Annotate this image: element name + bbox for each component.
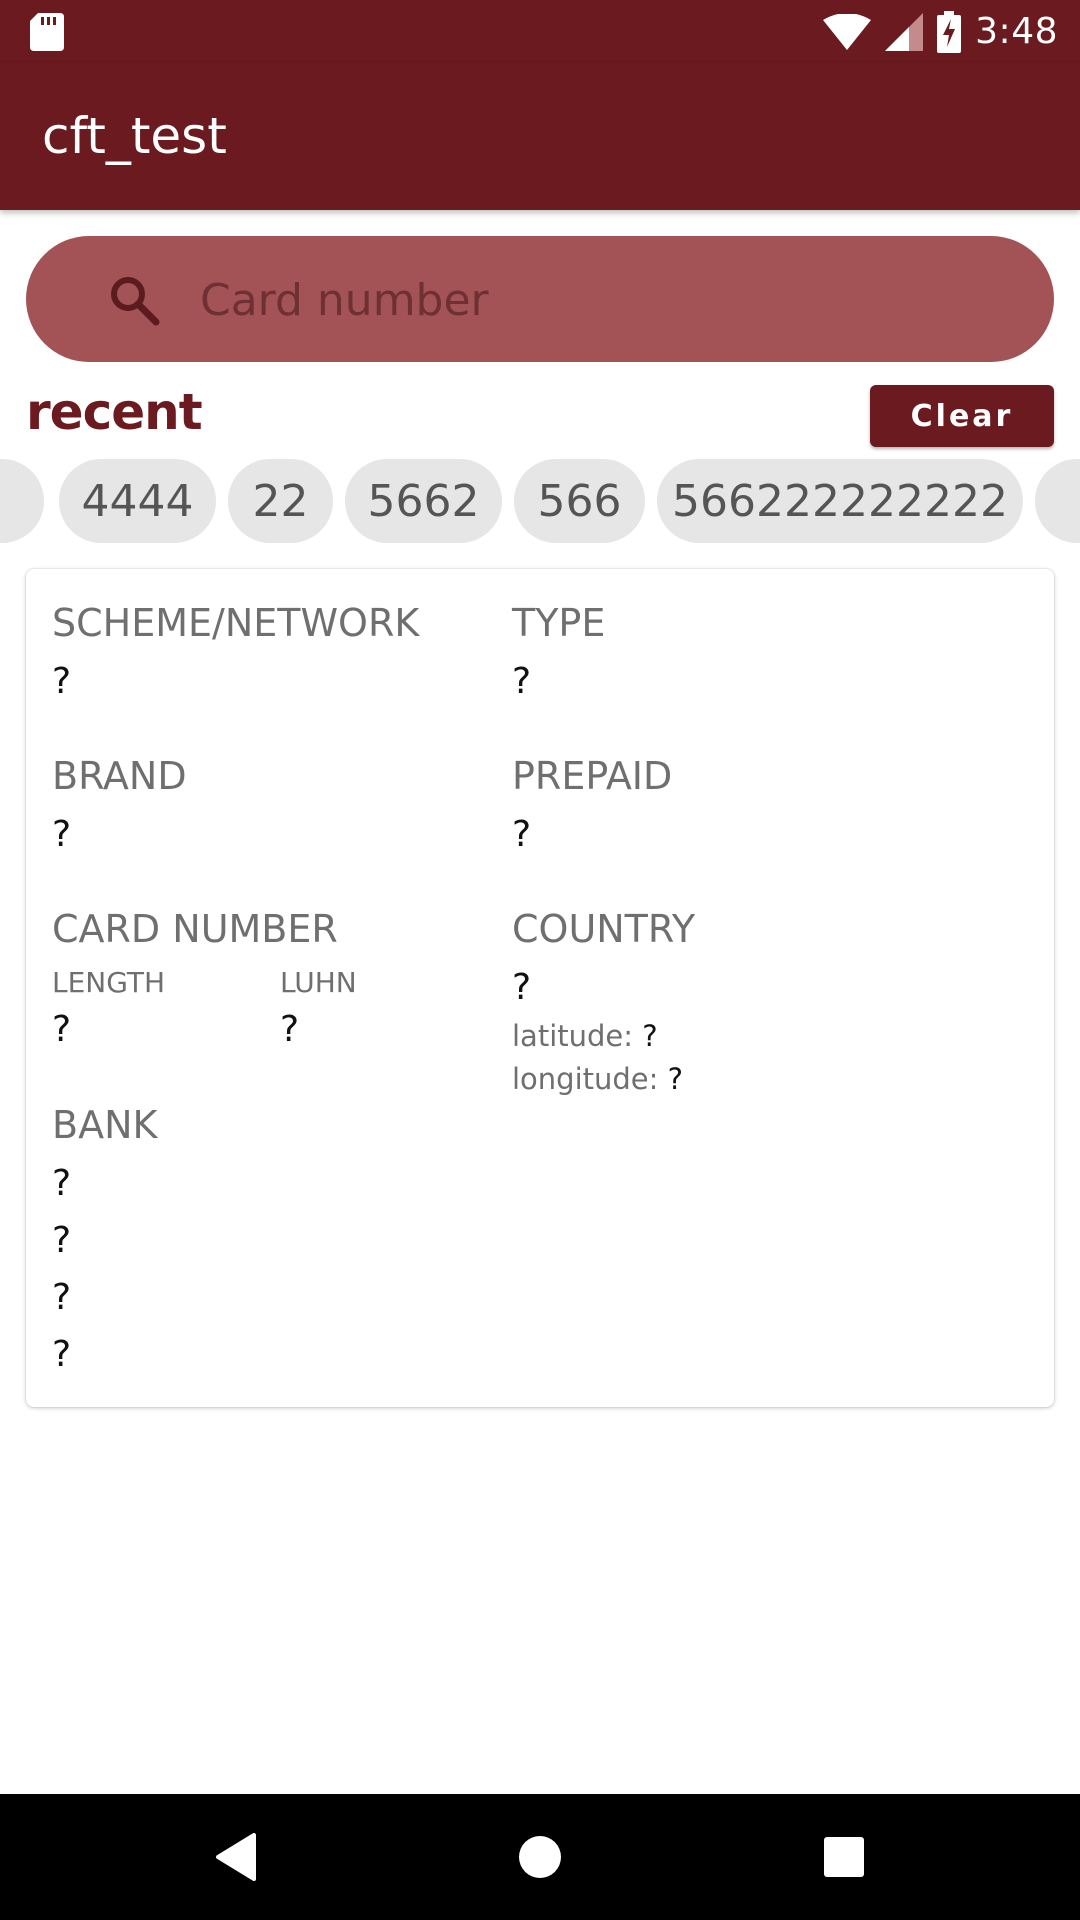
sd-card-icon — [30, 13, 64, 51]
type-label: TYPE — [512, 601, 606, 645]
bank-value: ? — [52, 1163, 72, 1204]
home-icon — [519, 1836, 561, 1878]
bank-label: BANK — [52, 1103, 158, 1147]
length-value: ? — [52, 1009, 72, 1050]
recent-chips[interactable]: 4444 22 5662 566 566222222222 — [0, 459, 1080, 545]
luhn-label: LUHN — [280, 966, 357, 999]
home-button[interactable] — [480, 1794, 600, 1920]
recent-heading: recent — [26, 383, 203, 441]
recent-chip[interactable]: 566222222222 — [657, 459, 1023, 543]
scheme-label: SCHEME/NETWORK — [52, 601, 420, 645]
cell-signal-icon — [885, 12, 924, 51]
latitude-value: ? — [642, 1019, 658, 1053]
longitude-label: longitude: — [512, 1062, 659, 1096]
search-bar[interactable] — [26, 236, 1054, 362]
clear-button[interactable]: Clear — [870, 385, 1054, 447]
recent-chip[interactable]: 566 — [514, 459, 645, 543]
longitude-row: longitude: ? — [512, 1062, 683, 1096]
card-info-panel: SCHEME/NETWORK ? TYPE ? BRAND ? PREPAID … — [26, 569, 1054, 1407]
recent-chip-partial-right[interactable] — [1035, 459, 1080, 543]
navigation-bar — [0, 1794, 1080, 1920]
scheme-value: ? — [52, 661, 72, 702]
status-time: 3:48 — [975, 11, 1058, 52]
battery-charging-icon — [937, 10, 962, 53]
country-value: ? — [512, 967, 532, 1008]
back-icon — [216, 1833, 256, 1881]
back-button[interactable] — [176, 1794, 296, 1920]
country-label: COUNTRY — [512, 907, 696, 951]
length-label: LENGTH — [52, 966, 166, 999]
bank-value: ? — [52, 1277, 72, 1318]
brand-value: ? — [52, 814, 72, 855]
recents-icon — [824, 1837, 864, 1877]
latitude-row: latitude: ? — [512, 1019, 658, 1053]
prepaid-label: PREPAID — [512, 754, 673, 798]
card-number-input[interactable] — [198, 264, 1022, 336]
app-title: cft_test — [42, 107, 227, 165]
app-bar: cft_test — [0, 63, 1080, 210]
card-number-label: CARD NUMBER — [52, 907, 338, 951]
bank-value: ? — [52, 1334, 72, 1375]
recent-chip[interactable]: 4444 — [59, 459, 216, 543]
luhn-value: ? — [280, 1009, 300, 1050]
search-icon — [111, 277, 160, 326]
recents-button[interactable] — [784, 1794, 904, 1920]
status-bar: 3:48 — [0, 0, 1080, 63]
bank-value: ? — [52, 1220, 72, 1261]
recent-chip[interactable]: 22 — [228, 459, 333, 543]
latitude-label: latitude: — [512, 1019, 634, 1053]
wifi-icon — [823, 13, 872, 50]
prepaid-value: ? — [512, 814, 532, 855]
brand-label: BRAND — [52, 754, 187, 798]
type-value: ? — [512, 661, 532, 702]
recent-chip[interactable]: 5662 — [345, 459, 502, 543]
recent-chip-partial-left[interactable] — [0, 459, 44, 543]
longitude-value: ? — [667, 1062, 684, 1096]
